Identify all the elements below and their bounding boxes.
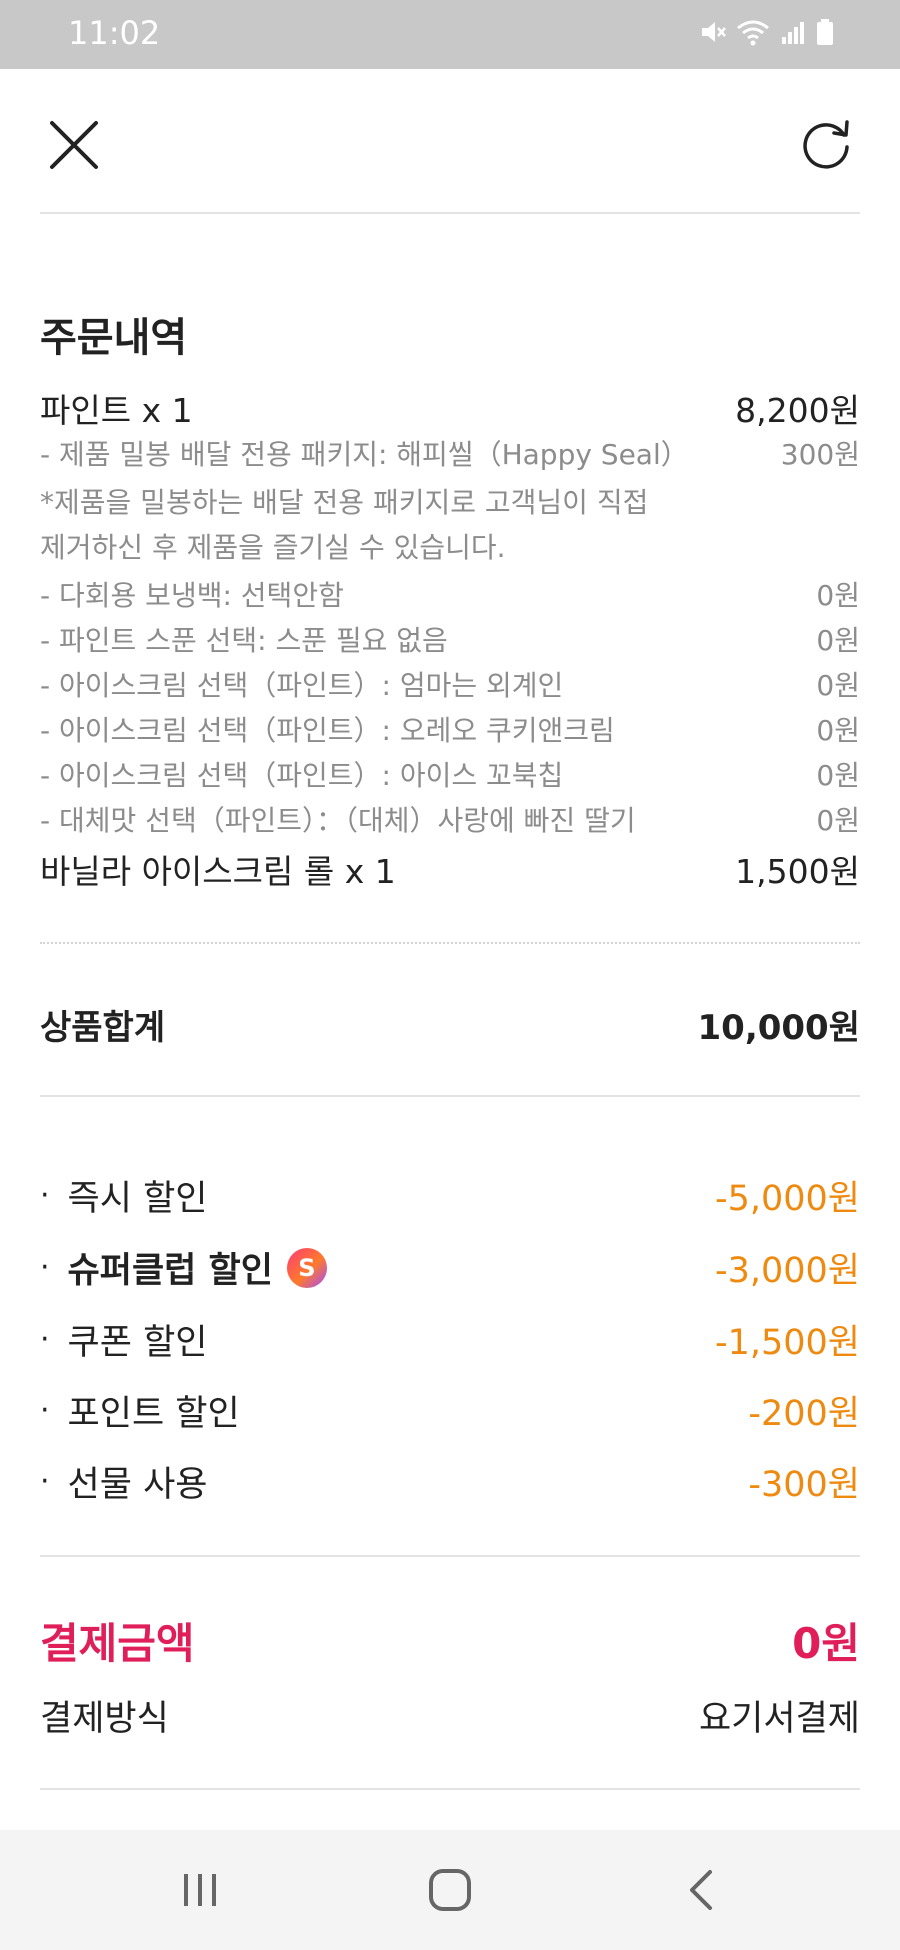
option-row: - 아이스크림 선택（파인트）: 아이스 꼬북칩 0원 [40, 754, 860, 794]
discount-value: -200원 [748, 1394, 860, 1434]
status-time: 11:02 [68, 14, 161, 52]
option-row: - 아이스크림 선택（파인트）: 엄마는 외계인 0원 [40, 664, 860, 704]
option-label: - 제품 밀봉 배달 전용 패키지: 해피씰（Happy Seal） [40, 438, 689, 471]
subtotal-value: 10,000원 [697, 1008, 860, 1048]
discount-value: -3,000원 [714, 1251, 860, 1291]
close-icon [50, 121, 98, 169]
option-price: 0원 [816, 579, 860, 612]
mute-icon [702, 22, 726, 42]
bullet: · [40, 1250, 50, 1285]
discount-divider [40, 1555, 860, 1557]
battery-icon [817, 19, 833, 45]
option-label: - 아이스크림 선택（파인트）: 아이스 꼬북칩 [40, 759, 564, 792]
refresh-icon [803, 120, 849, 169]
discount-label: 즉시 할인 [67, 1179, 208, 1219]
discount-label: 쿠폰 할인 [67, 1323, 208, 1363]
total-label: 결제금액 [40, 1619, 195, 1668]
discount-value: -5,000원 [714, 1179, 860, 1219]
item-name: 파인트 x 1 [40, 391, 193, 430]
back-button[interactable] [672, 1860, 732, 1920]
payment-divider [40, 1788, 860, 1790]
option-price: 0원 [816, 804, 860, 837]
status-icons [698, 18, 834, 46]
close-button[interactable] [34, 105, 114, 185]
order-item: 파인트 x 1 8,200원 [40, 384, 860, 432]
option-price: 300원 [780, 438, 860, 471]
discount-value: -300원 [748, 1465, 860, 1505]
payment-method-row: 결제방식 요기서결제 [40, 1690, 860, 1741]
method-label: 결제방식 [40, 1699, 169, 1739]
system-nav-bar [0, 1830, 900, 1950]
option-row: - 파인트 스푼 선택: 스푼 필요 없음 0원 [40, 619, 860, 659]
superclub-badge-icon: S [286, 1247, 327, 1288]
item-price: 1,500원 [735, 852, 860, 891]
item-name: 바닐라 아이스크림 롤 x 1 [40, 852, 396, 891]
header [0, 69, 900, 213]
note-line: *제품을 밀봉하는 배달 전용 패키지로 고객님이 직접 [40, 486, 649, 519]
discount-row: · 슈퍼클럽 할인 S -3,000원 [40, 1242, 860, 1293]
option-price: 0원 [816, 669, 860, 702]
total-value: 0원 [792, 1619, 860, 1668]
option-label: - 파인트 스푼 선택: 스푼 필요 없음 [40, 624, 448, 657]
subtotal-row: 상품합계 10,000원 [40, 1000, 860, 1049]
recent-apps-icon [184, 1874, 216, 1906]
discount-row: · 쿠폰 할인 -1,500원 [40, 1314, 860, 1365]
option-label: - 아이스크림 선택（파인트）: 오레오 쿠키앤크림 [40, 714, 615, 747]
option-row: - 제품 밀봉 배달 전용 패키지: 해피씰（Happy Seal） 300원 [40, 433, 860, 473]
header-divider [40, 212, 860, 214]
option-label: - 아이스크림 선택（파인트）: 엄마는 외계인 [40, 669, 564, 702]
home-button[interactable] [420, 1860, 480, 1920]
subtotal-label: 상품합계 [40, 1008, 166, 1048]
note-line: 제거하신 후 제품을 즐기실 수 있습니다. [40, 531, 506, 564]
discount-row: · 즉시 할인 -5,000원 [40, 1170, 860, 1221]
discount-label: 포인트 할인 [67, 1394, 240, 1434]
discount-row: · 포인트 할인 -200원 [40, 1385, 860, 1436]
wifi-icon [737, 20, 769, 46]
option-price: 0원 [816, 759, 860, 792]
signal-icon [782, 22, 804, 44]
back-icon [690, 1870, 712, 1910]
home-icon [429, 1869, 471, 1911]
item-price: 8,200원 [735, 391, 860, 430]
option-label: - 대체맛 선택（파인트）：（대체）사랑에 빠진 딸기 [40, 804, 636, 837]
package-note: *제품을 밀봉하는 배달 전용 패키지로 고객님이 직접 제거하신 후 제품을 … [40, 480, 860, 570]
discount-row: · 선물 사용 -300원 [40, 1456, 860, 1507]
option-price: 0원 [816, 714, 860, 747]
bullet: · [40, 1464, 50, 1499]
section-title: 주문내역 [40, 315, 188, 361]
option-row: - 아이스크림 선택（파인트）: 오레오 쿠키앤크림 0원 [40, 709, 860, 749]
discount-label: 선물 사용 [67, 1465, 208, 1505]
status-bar: 11:02 [0, 0, 900, 69]
subtotal-divider [40, 1095, 860, 1097]
refresh-button[interactable] [786, 105, 866, 185]
payment-total-row: 결제금액 0원 [40, 1610, 860, 1671]
option-row: - 대체맛 선택（파인트）：（대체）사랑에 빠진 딸기 0원 [40, 799, 860, 839]
option-row: - 다회용 보냉백: 선택안함 0원 [40, 574, 860, 614]
bullet: · [40, 1178, 50, 1213]
recent-apps-button[interactable] [170, 1860, 230, 1920]
discount-label: 슈퍼클럽 할인 [67, 1251, 273, 1291]
discount-value: -1,500원 [714, 1323, 860, 1363]
bullet: · [40, 1393, 50, 1428]
method-value: 요기서결제 [698, 1699, 860, 1739]
order-item: 바닐라 아이스크림 롤 x 1 1,500원 [40, 845, 860, 893]
dotted-divider [40, 942, 860, 944]
option-price: 0원 [816, 624, 860, 657]
bullet: · [40, 1322, 50, 1357]
option-label: - 다회용 보냉백: 선택안함 [40, 579, 344, 612]
